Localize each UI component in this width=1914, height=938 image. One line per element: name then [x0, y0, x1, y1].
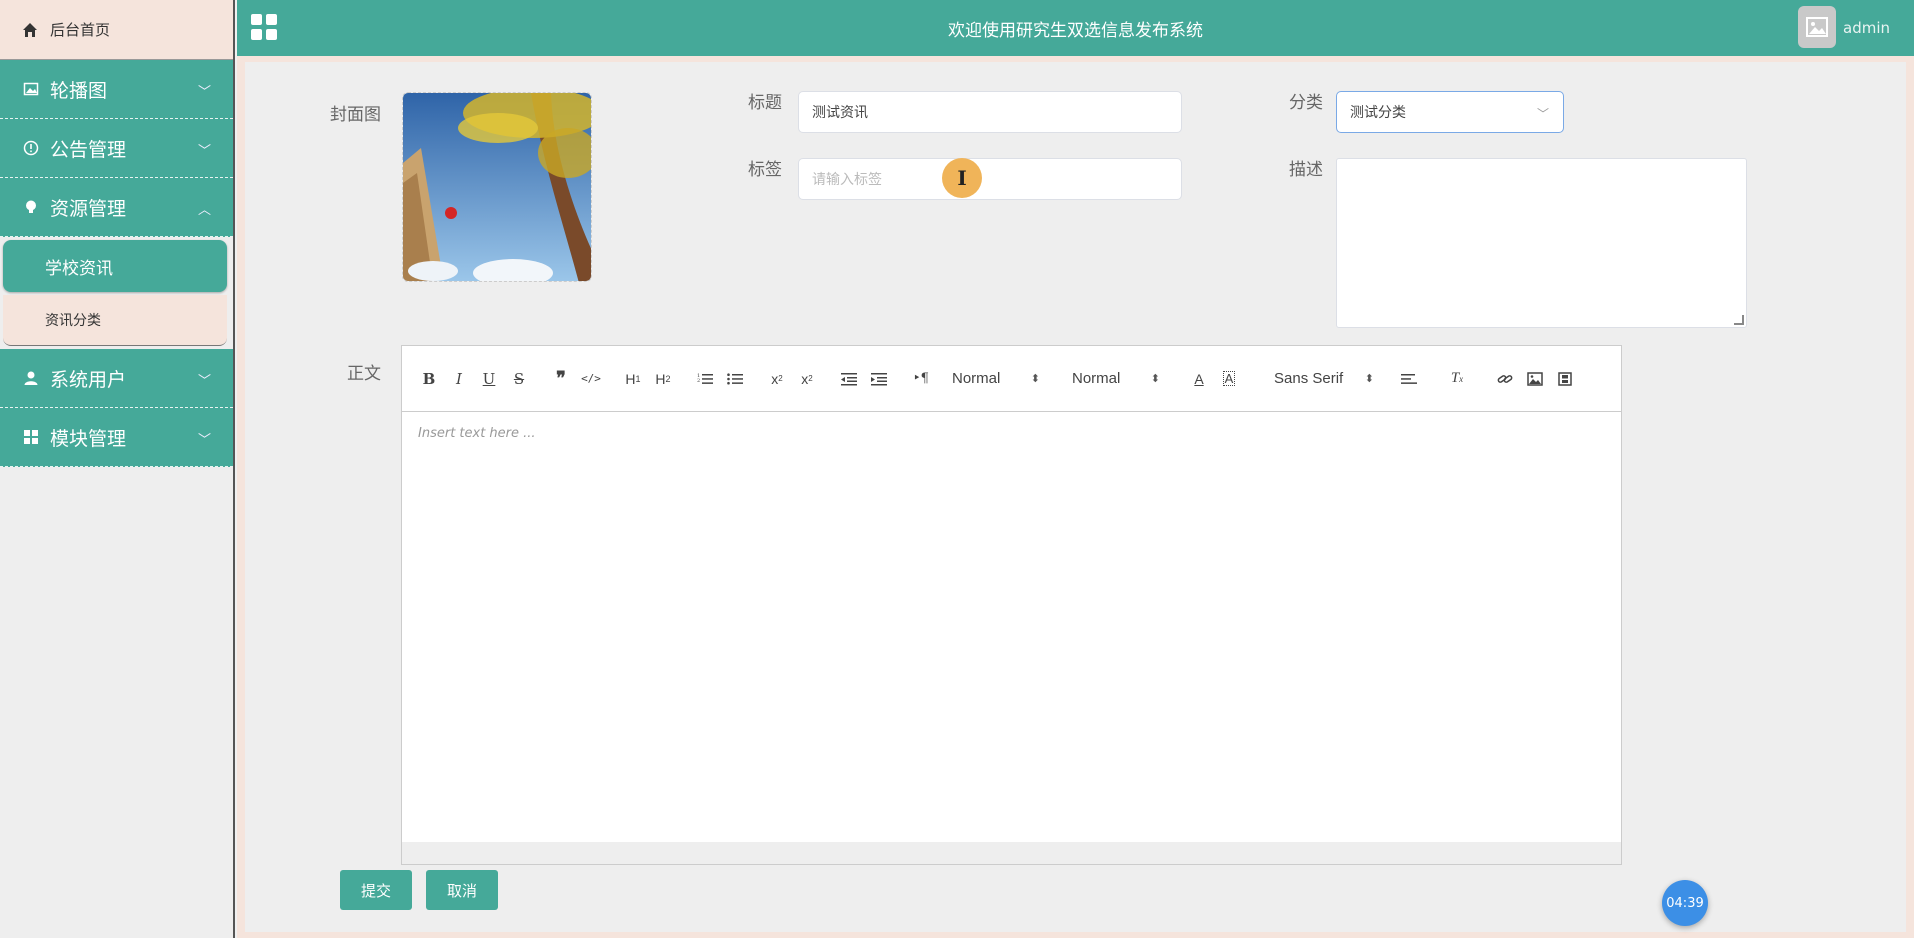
sidebar-menu-resources[interactable]: 资源管理 ︿: [0, 178, 233, 237]
cover-image-upload[interactable]: [402, 92, 592, 282]
cover-image: [403, 93, 591, 281]
title-input[interactable]: 测试资讯: [798, 91, 1182, 133]
bullet-list-icon[interactable]: [720, 367, 750, 391]
h2-button[interactable]: H2: [648, 367, 678, 391]
clear-format-icon[interactable]: Tx: [1442, 367, 1472, 391]
font-color-icon[interactable]: A: [1184, 367, 1214, 391]
superscript-button[interactable]: x2: [792, 367, 822, 391]
chevron-up-icon: ︿: [197, 203, 211, 218]
editor-content[interactable]: Insert text here ...: [402, 412, 1621, 842]
category-select[interactable]: 测试分类 ﹀: [1336, 91, 1564, 133]
editor-placeholder: Insert text here ...: [418, 426, 536, 441]
sidebar-menu-label: 公告管理: [50, 138, 127, 161]
font-select[interactable]: Sans Serif ⬍: [1274, 367, 1374, 391]
rich-text-editor: B I U S ❞ </> H1 H2 12 x2 x2 ‣¶ Normal ⬍…: [401, 345, 1622, 865]
updown-arrow-icon: ⬍: [1364, 373, 1374, 385]
subscript-button[interactable]: x2: [762, 367, 792, 391]
body-label: 正文: [347, 364, 381, 384]
image-icon: [22, 80, 40, 98]
sidebar-home[interactable]: 后台首页: [0, 0, 233, 60]
tags-label: 标签: [748, 160, 782, 180]
username[interactable]: admin: [1843, 19, 1890, 37]
edit-form: 封面图 标题 测试资讯 标签 请输入标签 I 分类 测试分类 ﹀ 描述 正文 B…: [245, 62, 1906, 932]
cover-label: 封面图: [330, 105, 381, 125]
description-textarea[interactable]: [1336, 158, 1747, 328]
size-select-value: Normal: [1072, 370, 1121, 387]
code-block-icon[interactable]: </>: [576, 367, 606, 391]
sidebar-item-label: 资讯分类: [45, 313, 101, 329]
strike-button[interactable]: S: [504, 367, 534, 391]
bold-button[interactable]: B: [414, 367, 444, 391]
insert-image-icon[interactable]: [1520, 367, 1550, 391]
tags-input[interactable]: 请输入标签: [798, 158, 1182, 200]
underline-button[interactable]: U: [474, 367, 504, 391]
user-icon: [22, 369, 40, 387]
editor-bottom-strip: [402, 842, 1621, 864]
page-title: 欢迎使用研究生双选信息发布系统: [948, 21, 1203, 41]
chevron-down-icon: ﹀: [1536, 107, 1549, 121]
grid-icon: [22, 428, 40, 446]
category-label: 分类: [1289, 93, 1323, 113]
sidebar-menu-label: 轮播图: [50, 79, 108, 102]
sidebar-menu-modules[interactable]: 模块管理 ﹀: [0, 408, 233, 467]
chevron-down-icon: ﹀: [197, 374, 211, 389]
insert-video-icon[interactable]: [1550, 367, 1580, 391]
cancel-button[interactable]: 取消: [426, 870, 498, 910]
svg-text:2: 2: [697, 378, 700, 384]
info-circle-icon: [22, 139, 40, 157]
image-placeholder-icon: [1806, 17, 1828, 37]
indent-icon[interactable]: [864, 367, 894, 391]
size-select[interactable]: Normal ⬍: [1072, 367, 1160, 391]
background-color-icon[interactable]: A: [1214, 367, 1244, 391]
editor-toolbar: B I U S ❞ </> H1 H2 12 x2 x2 ‣¶ Normal ⬍…: [402, 346, 1621, 412]
header-select[interactable]: Normal ⬍: [952, 367, 1040, 391]
font-select-value: Sans Serif: [1274, 370, 1344, 387]
align-icon[interactable]: [1394, 367, 1424, 391]
sidebar-item-label: 学校资讯: [45, 258, 113, 279]
link-icon[interactable]: [1490, 367, 1520, 391]
avatar[interactable]: [1798, 6, 1836, 48]
sidebar-menu-announcements[interactable]: 公告管理 ﹀: [0, 119, 233, 178]
sidebar-menu-label: 资源管理: [50, 197, 127, 220]
chevron-down-icon: ﹀: [197, 144, 211, 159]
app-root: 后台首页 轮播图 ﹀ 公告管理 ﹀ 资源管理 ︿ 学校资讯 资讯分类 系统用户 …: [0, 0, 1914, 938]
submit-button[interactable]: 提交: [340, 870, 412, 910]
title-label: 标题: [748, 93, 782, 113]
sidebar-item-school-news[interactable]: 学校资讯: [3, 240, 227, 292]
sidebar-menu-label: 模块管理: [50, 427, 127, 450]
content-area: 封面图 标题 测试资讯 标签 请输入标签 I 分类 测试分类 ﹀ 描述 正文 B…: [237, 56, 1914, 938]
home-icon: [22, 21, 40, 39]
chevron-down-icon: ﹀: [197, 433, 211, 448]
sidebar-item-news-category[interactable]: 资讯分类: [3, 295, 227, 346]
sidebar-menu-label: 系统用户: [50, 368, 127, 391]
sidebar-menu-carousel[interactable]: 轮播图 ﹀: [0, 60, 233, 119]
text-cursor-icon: I: [942, 158, 982, 198]
sidebar: 后台首页 轮播图 ﹀ 公告管理 ﹀ 资源管理 ︿ 学校资讯 资讯分类 系统用户 …: [0, 0, 235, 938]
text-direction-icon[interactable]: ‣¶: [906, 367, 936, 391]
outdent-icon[interactable]: [834, 367, 864, 391]
updown-arrow-icon: ⬍: [1150, 373, 1160, 385]
header-select-value: Normal: [952, 370, 1001, 387]
timer-badge[interactable]: 04:39: [1662, 880, 1708, 926]
sidebar-menu-system-users[interactable]: 系统用户 ﹀: [0, 349, 233, 408]
updown-arrow-icon: ⬍: [1030, 373, 1040, 385]
bulb-icon: [22, 198, 40, 216]
italic-button[interactable]: I: [444, 367, 474, 391]
h1-button[interactable]: H1: [618, 367, 648, 391]
description-label: 描述: [1289, 160, 1323, 180]
category-select-value: 测试分类: [1350, 105, 1406, 121]
blockquote-icon[interactable]: ❞: [546, 367, 576, 391]
ordered-list-icon[interactable]: 12: [690, 367, 720, 391]
top-bar: 欢迎使用研究生双选信息发布系统 admin: [237, 0, 1914, 56]
resize-handle-icon[interactable]: [1734, 315, 1744, 325]
sidebar-home-label: 后台首页: [50, 21, 111, 39]
chevron-down-icon: ﹀: [197, 85, 211, 100]
